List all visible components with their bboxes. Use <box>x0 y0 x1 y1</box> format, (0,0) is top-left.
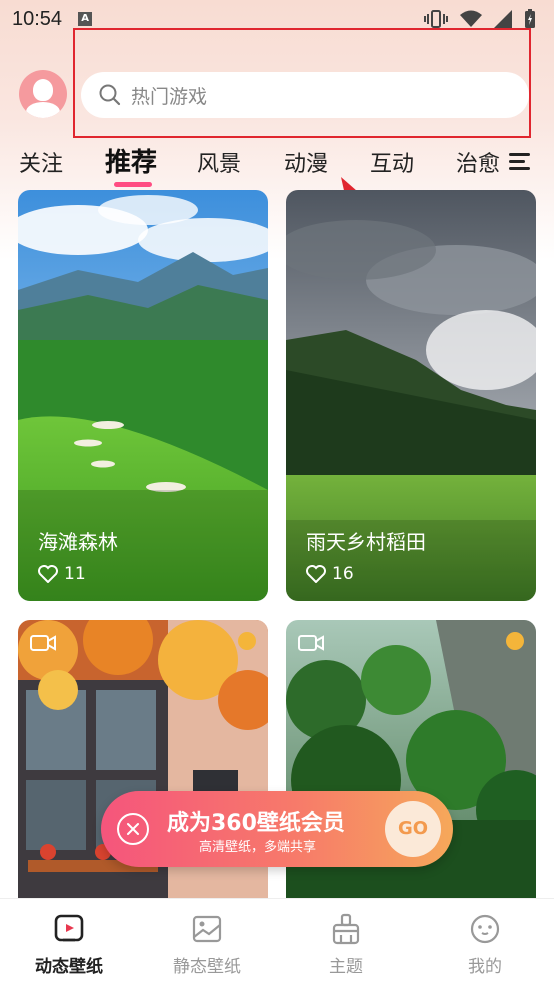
search-input[interactable]: 热门游戏 <box>81 72 529 118</box>
close-banner-button[interactable] <box>117 813 149 845</box>
status-bar: 10:54 A <box>0 0 554 38</box>
wallpaper-card[interactable]: 海滩森林 11 <box>18 190 268 601</box>
nav-static-wallpaper[interactable]: 静态壁纸 <box>138 899 276 984</box>
go-button[interactable]: GO <box>385 801 441 857</box>
search-placeholder: 热门游戏 <box>131 85 208 108</box>
status-time: 10:54 <box>12 7 63 30</box>
tab-recommend[interactable]: 推荐 <box>105 142 157 179</box>
tab-scenery[interactable]: 风景 <box>197 146 241 178</box>
theme-brush-icon <box>332 913 360 945</box>
search-icon <box>99 84 121 106</box>
card-title: 雨天乡村稻田 <box>306 530 426 554</box>
banner-title: 成为360壁纸会员 <box>167 811 345 836</box>
vip-crown-icon <box>506 632 524 650</box>
face-icon <box>470 914 500 944</box>
wifi-icon <box>460 10 482 27</box>
close-icon <box>127 823 139 835</box>
bottom-nav: 动态壁纸 静态壁纸 主题 我的 <box>0 898 554 984</box>
notification-a-icon: A <box>78 12 93 26</box>
nav-label: 主题 <box>329 957 363 977</box>
user-avatar[interactable] <box>19 70 67 118</box>
wallpaper-card[interactable]: 雨天乡村稻田 16 <box>286 190 536 601</box>
tab-interactive[interactable]: 互动 <box>370 146 414 178</box>
nav-label: 动态壁纸 <box>35 957 103 977</box>
heart-icon <box>306 565 326 583</box>
banner-subtitle: 高清壁纸，多端共享 <box>199 840 317 855</box>
battery-icon <box>525 9 535 28</box>
signal-icon <box>494 10 512 28</box>
nav-label: 静态壁纸 <box>173 957 241 977</box>
tab-menu-icon[interactable] <box>509 153 530 174</box>
member-promo-banner[interactable]: 成为360壁纸会员 高清壁纸，多端共享 GO <box>101 791 453 867</box>
heart-icon <box>38 565 58 583</box>
category-tabs: 关注 推荐 风景 动漫 互动 治愈 <box>0 140 554 188</box>
card-likes[interactable]: 16 <box>306 564 354 584</box>
dynamic-wallpaper-icon <box>54 914 84 942</box>
tab-healing[interactable]: 治愈 <box>456 146 500 178</box>
like-count: 16 <box>332 564 354 584</box>
tab-anime[interactable]: 动漫 <box>284 146 328 178</box>
vip-crown-icon <box>238 632 256 650</box>
nav-label: 我的 <box>468 957 502 977</box>
video-icon <box>298 635 324 651</box>
active-tab-indicator <box>114 182 152 187</box>
nav-dynamic-wallpaper[interactable]: 动态壁纸 <box>0 899 138 984</box>
card-title: 海滩森林 <box>38 530 118 554</box>
vibrate-icon <box>424 10 448 28</box>
tab-follow[interactable]: 关注 <box>19 146 63 178</box>
video-icon <box>30 635 56 651</box>
card-likes[interactable]: 11 <box>38 564 86 584</box>
like-count: 11 <box>64 564 86 584</box>
status-icons <box>424 9 536 29</box>
nav-theme[interactable]: 主题 <box>277 899 415 984</box>
nav-mine[interactable]: 我的 <box>416 899 554 984</box>
image-icon <box>192 915 222 943</box>
